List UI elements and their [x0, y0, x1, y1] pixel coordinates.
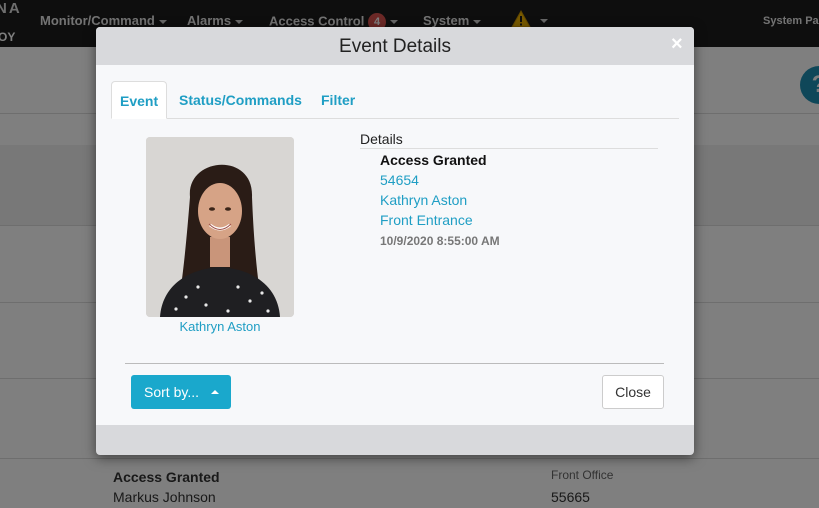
footer-divider: [125, 363, 664, 364]
modal-body: Event Status/Commands Filter Kathryn Ast…: [96, 65, 694, 425]
details-heading: Details: [360, 131, 403, 147]
photo-caption[interactable]: Kathryn Aston: [146, 319, 294, 334]
event-type: Access Granted: [380, 152, 487, 168]
tab-status-commands[interactable]: Status/Commands: [171, 81, 310, 119]
person-photo: [146, 137, 294, 317]
divider: [360, 148, 658, 149]
sort-by-button[interactable]: Sort by...: [131, 375, 231, 409]
person-link[interactable]: Kathryn Aston: [380, 192, 467, 208]
close-icon[interactable]: ×: [671, 33, 683, 56]
caret-up-icon: [211, 390, 219, 394]
event-timestamp: 10/9/2020 8:55:00 AM: [380, 234, 500, 248]
sort-by-label: Sort by...: [144, 384, 199, 400]
tab-filter[interactable]: Filter: [313, 81, 363, 119]
event-id-link[interactable]: 54654: [380, 172, 419, 188]
modal-header: Event Details ×: [96, 27, 694, 65]
close-button[interactable]: Close: [602, 375, 664, 409]
tab-bar: Event Status/Commands Filter: [111, 81, 679, 119]
modal-title: Event Details: [339, 36, 451, 57]
event-details-dialog: Event Details × Event Status/Commands Fi…: [96, 27, 694, 455]
location-link[interactable]: Front Entrance: [380, 212, 473, 228]
tab-event[interactable]: Event: [111, 81, 168, 119]
